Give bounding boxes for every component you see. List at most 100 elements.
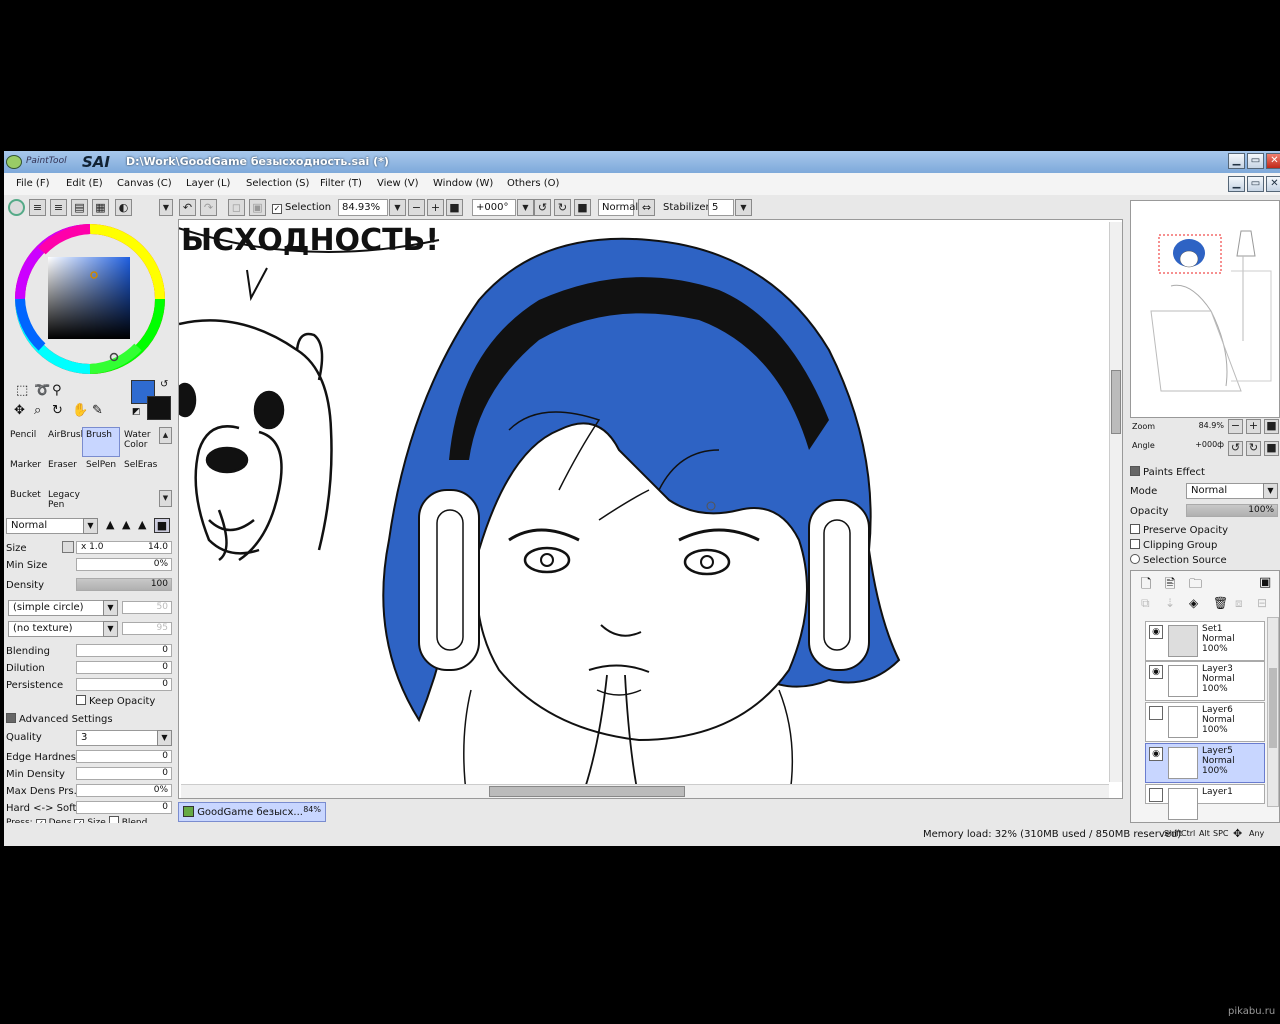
blend-mode-field[interactable]: Normal [598,199,638,216]
menu-filter[interactable]: Filter (T) [320,178,362,189]
shape-preset-1-icon[interactable]: ▲ [106,518,114,531]
reset-colors-icon[interactable]: ◩ [132,407,141,417]
close-icon[interactable]: ✕ [1266,153,1280,169]
paints-effect-header[interactable]: Paints Effect [1130,466,1205,478]
zoom-in-icon[interactable]: + [427,199,444,216]
panel-dropdown-icon[interactable]: ▼ [159,199,173,216]
hard-soft-slider[interactable]: 0 [76,801,172,814]
tool-water-color[interactable]: Water Color [120,427,158,457]
angle-dropdown-icon[interactable]: ▼ [517,199,534,216]
color-wheel-icon[interactable] [8,199,25,216]
rotate-left-icon[interactable]: ↺ [534,199,551,216]
visibility-eye-icon[interactable] [1149,706,1163,720]
new-layer-icon[interactable]: 🗋 [1141,575,1151,597]
rgb-slider-icon[interactable]: ≡ [29,199,46,216]
menu-view[interactable]: View (V) [377,178,419,189]
merge-down-icon[interactable]: ⇣ [1165,596,1175,610]
selection-source-checkbox[interactable]: Selection Source [1130,554,1227,566]
edge-hardness-slider[interactable]: 0 [76,750,172,763]
menu-others[interactable]: Others (O) [507,178,559,189]
tool-brush[interactable]: Brush [82,427,120,457]
preserve-opacity-checkbox[interactable]: Preserve Opacity [1130,524,1228,536]
tool-selpen[interactable]: SelPen [82,457,120,487]
stabilizer-dropdown-icon[interactable]: ▼ [735,199,752,216]
navigator-preview[interactable] [1130,200,1280,418]
vertical-scroll-thumb[interactable] [1111,370,1121,434]
tool-pencil[interactable]: Pencil [6,427,44,457]
tool-airbrush[interactable]: AirBrush [44,427,86,457]
nav-angle-value[interactable]: +000ф [1166,440,1224,450]
selection-toggle[interactable]: ✓ Selection [272,202,331,214]
document-tab[interactable]: GoodGame безысх... 84% [178,802,326,822]
menu-layer[interactable]: Layer (L) [186,178,230,189]
clipping-group-checkbox[interactable]: Clipping Group [1130,539,1217,551]
delete-layer-icon[interactable]: 🗑 [1213,596,1228,610]
hand-icon[interactable]: ✋ [72,403,88,418]
density-slider[interactable]: 100 [76,578,172,591]
hsv-slider-icon[interactable]: ≡ [50,199,67,216]
visibility-eye-icon[interactable] [1149,788,1163,802]
horizontal-scrollbar[interactable] [181,784,1109,798]
vertical-scrollbar[interactable] [1109,222,1122,782]
dilution-slider[interactable]: 0 [76,661,172,674]
max-dens-slider[interactable]: 0% [76,784,172,797]
tool-scroll-down-icon[interactable]: ▼ [159,490,172,507]
maximize-icon[interactable]: ▭ [1247,153,1264,169]
nav-rotate-right-icon[interactable]: ↻ [1246,441,1261,456]
quality-select[interactable]: 3 ▼ [76,730,172,746]
new-folder-icon[interactable]: 🗀 [1189,575,1202,597]
layer-list-scroll-thumb[interactable] [1269,668,1277,748]
angle-field[interactable]: +000° [472,199,516,216]
persistence-slider[interactable]: 0 [76,678,172,691]
deselect-icon[interactable]: ◻ [228,199,245,216]
magic-wand-icon[interactable]: ⚲ [52,383,62,398]
nav-rotate-left-icon[interactable]: ↺ [1228,441,1243,456]
brush-texture-select[interactable]: (no texture) ▼ [8,621,118,637]
brush-shape-select[interactable]: (simple circle) ▼ [8,600,118,616]
menu-canvas[interactable]: Canvas (C) [117,178,172,189]
min-density-slider[interactable]: 0 [76,767,172,780]
layer-list-scrollbar[interactable] [1267,617,1279,807]
min-size-slider[interactable]: 0% [76,558,172,571]
layer-row-layer6[interactable]: Layer6 Normal 100% [1145,702,1265,742]
menu-edit[interactable]: Edit (E) [66,178,103,189]
menu-selection[interactable]: Selection (S) [246,178,309,189]
swatches-icon[interactable]: ▦ [92,199,109,216]
flatten-icon[interactable]: ⊟ [1257,596,1267,610]
size-range-icon[interactable] [62,541,74,553]
color-set-icon[interactable]: ▤ [71,199,88,216]
layer-row-layer3[interactable]: ◉ Layer3 Normal 100% [1145,661,1265,701]
new-linked-layer-icon[interactable]: 🖹 [1165,575,1175,597]
rotate-reset-icon[interactable]: ■ [574,199,591,216]
layer-mode-select[interactable]: Normal ▼ [1186,483,1278,499]
shape-strength-slider[interactable]: 50 [122,601,172,614]
visibility-eye-icon[interactable]: ◉ [1149,665,1163,679]
doc-minimize-icon[interactable]: ▁ [1228,176,1245,192]
brush-mode-select[interactable]: Normal ▼ [6,518,98,534]
move-icon[interactable]: ✥ [14,403,25,418]
doc-close-icon[interactable]: ✕ [1266,176,1280,192]
visibility-eye-icon[interactable]: ◉ [1149,747,1163,761]
visibility-eye-icon[interactable]: ◉ [1149,625,1163,639]
size-slider[interactable]: x 1.0 14.0 [76,541,172,554]
shape-preset-4-icon[interactable]: ■ [154,518,170,533]
marquee-icon[interactable]: ⬚ [16,383,28,398]
tool-eraser[interactable]: Eraser [44,457,82,487]
lasso-icon[interactable]: ➰ [34,383,50,398]
stabilizer-field[interactable]: 5 [708,199,734,216]
merge-layers-icon[interactable]: ⧈ [1235,596,1243,611]
menu-window[interactable]: Window (W) [433,178,493,189]
copy-layer-icon[interactable]: ⧉ [1141,596,1150,611]
layer-opacity-slider[interactable]: 100% [1186,504,1278,517]
clear-layer-icon[interactable]: ◈ [1189,596,1198,610]
eyedropper-icon[interactable]: ✎ [92,403,103,418]
scratchpad-icon[interactable]: ◐ [115,199,132,216]
nav-rotate-reset-icon[interactable]: ■ [1264,441,1279,456]
zoom-out-icon[interactable]: − [408,199,425,216]
menu-file[interactable]: File (F) [16,178,49,189]
layer-row-set1[interactable]: ◉ Set1 Normal 100% [1145,621,1265,661]
zoom-dropdown-icon[interactable]: ▼ [389,199,406,216]
horizontal-scroll-thumb[interactable] [489,786,685,797]
tool-legacy-pen[interactable]: Legacy Pen [44,487,82,517]
layer-row-layer5[interactable]: ◉ Layer5 Normal 100% [1145,743,1265,783]
